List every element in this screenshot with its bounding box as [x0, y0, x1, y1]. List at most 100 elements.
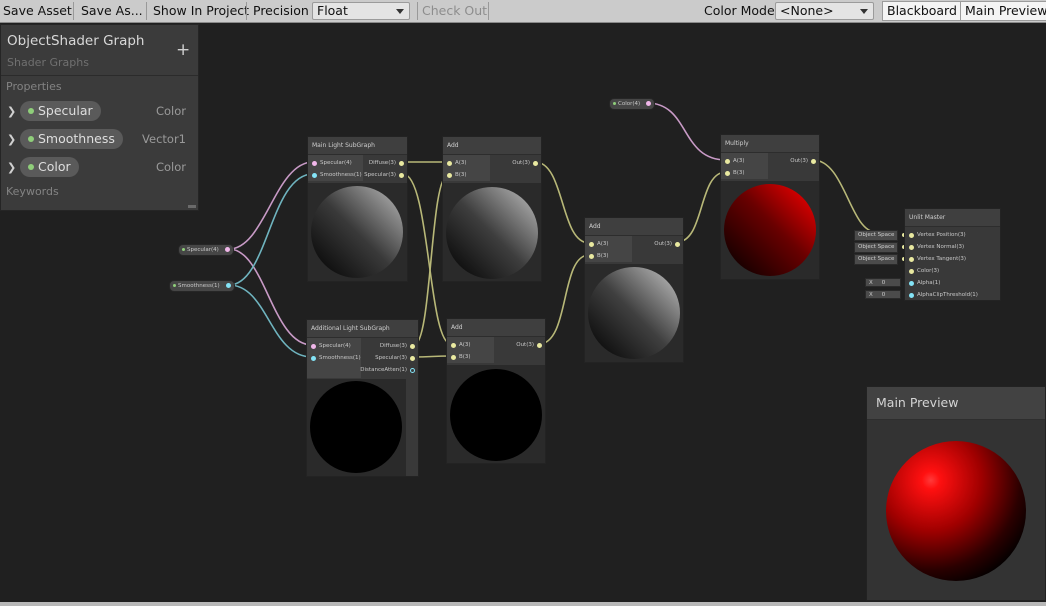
b-input-port[interactable]: B(3) [447, 172, 467, 178]
object-space-dropdown[interactable]: Object Space [854, 254, 907, 265]
node-preview [721, 181, 819, 279]
b-input-port[interactable]: B(3) [589, 253, 609, 259]
node-title: Add [585, 218, 683, 236]
wire-add3-out [676, 171, 727, 243]
property-pill[interactable]: Specular [20, 101, 101, 121]
specular-input-port[interactable]: Specular(4) [312, 160, 352, 166]
distance-atten-output-port[interactable]: DistanceAtten(1) [360, 367, 415, 373]
property-pill[interactable]: Smoothness [20, 129, 123, 149]
chevron-right-icon[interactable]: ❯ [7, 161, 16, 174]
color-property-node[interactable]: Color(4) [609, 98, 656, 110]
alpha-clip-value-field[interactable]: X0 [865, 290, 901, 299]
node-preview [443, 183, 541, 281]
property-row-specular[interactable]: ❯ Specular Color [1, 101, 198, 123]
object-space-dropdown[interactable]: Object Space [854, 230, 907, 241]
a-input-port[interactable]: A(3) [589, 241, 609, 247]
property-dot-icon [28, 164, 34, 170]
additional-light-subgraph-node[interactable]: Additional Light SubGraph Specular(4) Sm… [306, 319, 419, 477]
main-preview-title: Main Preview [867, 387, 1045, 420]
smoothness-input-port[interactable]: Smoothness(1) [312, 172, 362, 178]
main-preview-panel: Main Preview [866, 386, 1046, 601]
wire-smoothness-main [228, 173, 314, 286]
diffuse-output-port[interactable]: Diffuse(3) [380, 343, 415, 349]
alpha-clip-threshold-port[interactable]: AlphaClipThreshold(1) [909, 292, 978, 298]
a-input-port[interactable]: A(3) [447, 160, 467, 166]
output-port[interactable] [225, 283, 231, 288]
node-label: Color(4) [618, 101, 641, 107]
chevron-right-icon[interactable]: ❯ [7, 105, 16, 118]
property-dot-icon [173, 284, 176, 287]
property-name: Smoothness [38, 131, 115, 146]
wire-multiply-out [812, 159, 877, 233]
vertex-position-port[interactable]: Vertex Position(3) [909, 232, 966, 238]
specular-input-port[interactable]: Specular(4) [311, 343, 351, 349]
main-light-subgraph-node[interactable]: Main Light SubGraph Specular(4) Smoothne… [307, 136, 408, 282]
divider [1, 75, 198, 76]
node-preview [585, 264, 683, 362]
plus-icon[interactable]: + [176, 41, 190, 59]
out-output-port[interactable]: Out(3) [654, 241, 680, 247]
property-dot-icon [28, 108, 34, 114]
property-name: Color [38, 159, 71, 174]
property-dot-icon [182, 248, 185, 251]
node-title: Add [443, 137, 541, 155]
specular-output-port[interactable]: Specular(3) [364, 172, 404, 178]
node-title: Multiply [721, 135, 819, 153]
a-input-port[interactable]: A(3) [725, 158, 745, 164]
keywords-section-label: Keywords [6, 185, 59, 198]
out-output-port[interactable]: Out(3) [512, 160, 538, 166]
property-dot-icon [28, 136, 34, 142]
node-title: Add [447, 319, 545, 337]
resize-handle[interactable] [188, 205, 196, 208]
node-preview [308, 183, 407, 281]
properties-section-label: Properties [6, 80, 62, 93]
property-dot-icon [613, 102, 616, 105]
color-port[interactable]: Color(3) [909, 268, 939, 274]
node-title: Unlit Master [905, 209, 1000, 227]
add-node-1[interactable]: Add A(3) B(3) Out(3) [442, 136, 542, 282]
node-preview [307, 379, 406, 476]
add-node-2[interactable]: Add A(3) B(3) Out(3) [446, 318, 546, 464]
out-output-port[interactable]: Out(3) [790, 158, 816, 164]
wire-smoothness-additional [228, 284, 313, 358]
unlit-master-node[interactable]: Unlit Master Vertex Position(3) Vertex N… [904, 208, 1001, 301]
node-title: Additional Light SubGraph [307, 320, 418, 338]
smoothness-property-node[interactable]: Smoothness(1) [169, 280, 235, 292]
node-title: Main Light SubGraph [308, 137, 407, 155]
output-port[interactable] [646, 101, 652, 106]
node-preview [447, 365, 545, 463]
wire-specular-additional [228, 248, 313, 346]
output-port[interactable] [224, 247, 230, 252]
property-type: Vector1 [142, 132, 186, 146]
a-input-port[interactable]: A(3) [451, 342, 471, 348]
b-input-port[interactable]: B(3) [725, 170, 745, 176]
node-label: Smoothness(1) [178, 283, 220, 289]
out-output-port[interactable]: Out(3) [516, 342, 542, 348]
b-input-port[interactable]: B(3) [451, 354, 471, 360]
add-node-3[interactable]: Add A(3) B(3) Out(3) [584, 217, 684, 363]
status-bar [0, 602, 1046, 606]
alpha-port[interactable]: Alpha(1) [909, 280, 940, 286]
wire-color [646, 102, 727, 161]
blackboard-subtitle: Shader Graphs [7, 56, 89, 69]
preview-sphere [886, 441, 1026, 581]
property-pill[interactable]: Color [20, 157, 79, 177]
vertex-tangent-port[interactable]: Vertex Tangent(3) [909, 256, 966, 262]
alpha-value-field[interactable]: X0 [865, 278, 901, 287]
blackboard-panel: ObjectShader Graph Shader Graphs + Prope… [0, 24, 199, 211]
wire-specular-main [228, 161, 314, 250]
object-space-dropdown[interactable]: Object Space [854, 242, 907, 253]
blackboard-title: ObjectShader Graph [7, 33, 145, 49]
diffuse-output-port[interactable]: Diffuse(3) [369, 160, 404, 166]
property-type: Color [155, 160, 186, 174]
specular-property-node[interactable]: Specular(4) [178, 244, 234, 256]
chevron-right-icon[interactable]: ❯ [7, 133, 16, 146]
main-preview-canvas[interactable] [867, 420, 1045, 600]
vertex-normal-port[interactable]: Vertex Normal(3) [909, 244, 964, 250]
specular-output-port[interactable]: Specular(3) [375, 355, 415, 361]
property-row-smoothness[interactable]: ❯ Smoothness Vector1 [1, 129, 198, 151]
property-row-color[interactable]: ❯ Color Color [1, 157, 198, 179]
multiply-node[interactable]: Multiply A(3) B(3) Out(3) [720, 134, 820, 280]
smoothness-input-port[interactable]: Smoothness(1) [311, 355, 361, 361]
wire-add2-out [538, 254, 590, 345]
